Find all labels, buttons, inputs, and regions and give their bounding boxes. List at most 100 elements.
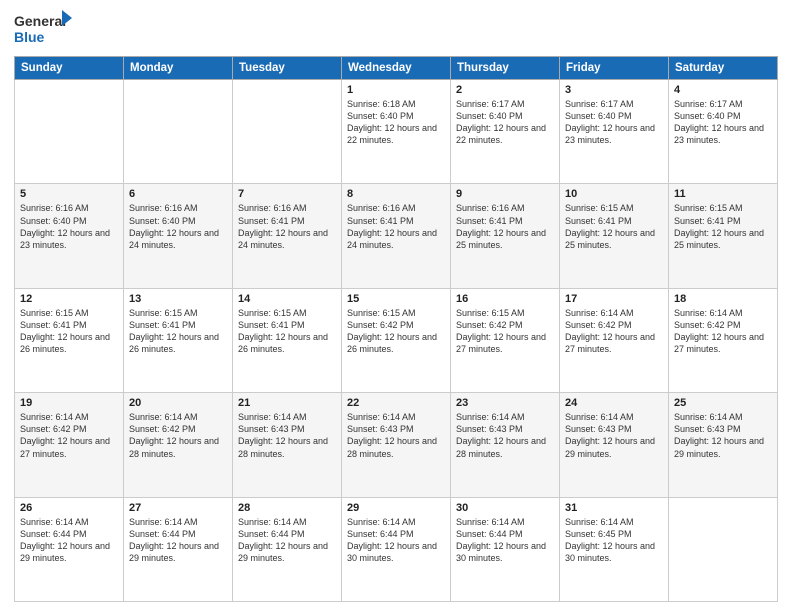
logo-svg: GeneralBlue: [14, 10, 74, 48]
day-info: Sunrise: 6:15 AMSunset: 6:41 PMDaylight:…: [238, 307, 336, 356]
day-info: Sunrise: 6:15 AMSunset: 6:41 PMDaylight:…: [565, 202, 663, 251]
day-cell: 6Sunrise: 6:16 AMSunset: 6:40 PMDaylight…: [124, 184, 233, 288]
day-number: 10: [565, 188, 663, 200]
day-info: Sunrise: 6:17 AMSunset: 6:40 PMDaylight:…: [565, 98, 663, 147]
calendar-table: SundayMondayTuesdayWednesdayThursdayFrid…: [14, 56, 778, 602]
day-info: Sunrise: 6:14 AMSunset: 6:44 PMDaylight:…: [456, 516, 554, 565]
day-number: 28: [238, 502, 336, 514]
day-info: Sunrise: 6:16 AMSunset: 6:40 PMDaylight:…: [20, 202, 118, 251]
svg-text:General: General: [14, 13, 66, 29]
day-info: Sunrise: 6:16 AMSunset: 6:41 PMDaylight:…: [238, 202, 336, 251]
day-cell: 24 Sunrise: 6:14 AMSunset: 6:43 PMDayligh…: [560, 393, 669, 497]
week-row-3: 12 Sunrise: 6:15 AMSunset: 6:41 PMDayligh…: [15, 288, 778, 392]
day-number: 24: [565, 397, 663, 409]
day-number: 21: [238, 397, 336, 409]
day-number: 1: [347, 84, 445, 96]
header: GeneralBlue: [14, 10, 778, 48]
day-number: 9: [456, 188, 554, 200]
day-info: Sunrise: 6:14 AMSunset: 6:44 PMDaylight:…: [20, 516, 118, 565]
day-number: 7: [238, 188, 336, 200]
day-number: 17: [565, 293, 663, 305]
day-info: Sunrise: 6:15 AMSunset: 6:41 PMDaylight:…: [674, 202, 772, 251]
day-cell: 19 Sunrise: 6:14 AMSunset: 6:42 PMDayligh…: [15, 393, 124, 497]
week-row-1: 1 Sunrise: 6:18 AMSunset: 6:40 PMDaylight…: [15, 80, 778, 184]
logo: GeneralBlue: [14, 10, 74, 48]
day-cell: 26 Sunrise: 6:14 AMSunset: 6:44 PMDayligh…: [15, 497, 124, 601]
day-number: 4: [674, 84, 772, 96]
day-number: 14: [238, 293, 336, 305]
col-header-wednesday: Wednesday: [342, 57, 451, 80]
day-cell: 17 Sunrise: 6:14 AMSunset: 6:42 PMDayligh…: [560, 288, 669, 392]
day-info: Sunrise: 6:15 AMSunset: 6:41 PMDaylight:…: [129, 307, 227, 356]
day-number: 2: [456, 84, 554, 96]
day-number: 31: [565, 502, 663, 514]
day-info: Sunrise: 6:17 AMSunset: 6:40 PMDaylight:…: [674, 98, 772, 147]
day-cell: 28 Sunrise: 6:14 AMSunset: 6:44 PMDayligh…: [233, 497, 342, 601]
day-cell: 25Sunrise: 6:14 AMSunset: 6:43 PMDayligh…: [669, 393, 778, 497]
week-row-2: 5 Sunrise: 6:16 AMSunset: 6:40 PMDaylight…: [15, 184, 778, 288]
day-info: Sunrise: 6:14 AMSunset: 6:42 PMDaylight:…: [565, 307, 663, 356]
day-cell: 8 Sunrise: 6:16 AMSunset: 6:41 PMDaylight…: [342, 184, 451, 288]
day-info: Sunrise: 6:14 AMSunset: 6:44 PMDaylight:…: [347, 516, 445, 565]
day-number: 6: [129, 188, 227, 200]
day-cell: [15, 80, 124, 184]
day-cell: 10 Sunrise: 6:15 AMSunset: 6:41 PMDayligh…: [560, 184, 669, 288]
day-cell: 22 Sunrise: 6:14 AMSunset: 6:43 PMDayligh…: [342, 393, 451, 497]
svg-text:Blue: Blue: [14, 29, 45, 45]
day-info: Sunrise: 6:16 AMSunset: 6:41 PMDaylight:…: [347, 202, 445, 251]
day-cell: 2 Sunrise: 6:17 AMSunset: 6:40 PMDaylight…: [451, 80, 560, 184]
day-cell: 30 Sunrise: 6:14 AMSunset: 6:44 PMDayligh…: [451, 497, 560, 601]
day-number: 8: [347, 188, 445, 200]
day-cell: 3Sunrise: 6:17 AMSunset: 6:40 PMDaylight…: [560, 80, 669, 184]
day-number: 25: [674, 397, 772, 409]
day-info: Sunrise: 6:17 AMSunset: 6:40 PMDaylight:…: [456, 98, 554, 147]
day-info: Sunrise: 6:18 AMSunset: 6:40 PMDaylight:…: [347, 98, 445, 147]
day-info: Sunrise: 6:14 AMSunset: 6:44 PMDaylight:…: [238, 516, 336, 565]
day-cell: 15 Sunrise: 6:15 AMSunset: 6:42 PMDayligh…: [342, 288, 451, 392]
day-cell: [124, 80, 233, 184]
day-number: 29: [347, 502, 445, 514]
day-number: 11: [674, 188, 772, 200]
day-number: 15: [347, 293, 445, 305]
col-header-thursday: Thursday: [451, 57, 560, 80]
day-info: Sunrise: 6:14 AMSunset: 6:43 PMDaylight:…: [238, 411, 336, 460]
week-row-4: 19 Sunrise: 6:14 AMSunset: 6:42 PMDayligh…: [15, 393, 778, 497]
day-info: Sunrise: 6:14 AMSunset: 6:42 PMDaylight:…: [674, 307, 772, 356]
day-info: Sunrise: 6:16 AMSunset: 6:41 PMDaylight:…: [456, 202, 554, 251]
day-cell: 29 Sunrise: 6:14 AMSunset: 6:44 PMDayligh…: [342, 497, 451, 601]
day-cell: [233, 80, 342, 184]
day-info: Sunrise: 6:14 AMSunset: 6:42 PMDaylight:…: [20, 411, 118, 460]
day-info: Sunrise: 6:14 AMSunset: 6:43 PMDaylight:…: [456, 411, 554, 460]
day-number: 19: [20, 397, 118, 409]
col-header-sunday: Sunday: [15, 57, 124, 80]
day-number: 22: [347, 397, 445, 409]
day-number: 23: [456, 397, 554, 409]
day-cell: 13 Sunrise: 6:15 AMSunset: 6:41 PMDayligh…: [124, 288, 233, 392]
day-cell: 11 Sunrise: 6:15 AMSunset: 6:41 PMDayligh…: [669, 184, 778, 288]
day-number: 30: [456, 502, 554, 514]
day-cell: 31 Sunrise: 6:14 AMSunset: 6:45 PMDayligh…: [560, 497, 669, 601]
day-cell: 21 Sunrise: 6:14 AMSunset: 6:43 PMDayligh…: [233, 393, 342, 497]
day-cell: 27Sunrise: 6:14 AMSunset: 6:44 PMDayligh…: [124, 497, 233, 601]
day-cell: 12Sunrise: 6:15 AMSunset: 6:41 PMDayligh…: [15, 288, 124, 392]
day-info: Sunrise: 6:14 AMSunset: 6:44 PMDaylight:…: [129, 516, 227, 565]
day-cell: 23 Sunrise: 6:14 AMSunset: 6:43 PMDayligh…: [451, 393, 560, 497]
day-info: Sunrise: 6:14 AMSunset: 6:43 PMDaylight:…: [347, 411, 445, 460]
day-cell: 5 Sunrise: 6:16 AMSunset: 6:40 PMDaylight…: [15, 184, 124, 288]
calendar-page: GeneralBlue SundayMondayTuesdayWednesday…: [0, 0, 792, 612]
col-header-friday: Friday: [560, 57, 669, 80]
col-header-monday: Monday: [124, 57, 233, 80]
day-info: Sunrise: 6:14 AMSunset: 6:45 PMDaylight:…: [565, 516, 663, 565]
day-cell: [669, 497, 778, 601]
day-number: 5: [20, 188, 118, 200]
day-cell: 9 Sunrise: 6:16 AMSunset: 6:41 PMDaylight…: [451, 184, 560, 288]
day-number: 12: [20, 293, 118, 305]
day-number: 18: [674, 293, 772, 305]
day-number: 26: [20, 502, 118, 514]
day-info: Sunrise: 6:14 AMSunset: 6:43 PMDaylight:…: [565, 411, 663, 460]
week-row-5: 26 Sunrise: 6:14 AMSunset: 6:44 PMDayligh…: [15, 497, 778, 601]
day-cell: 18 Sunrise: 6:14 AMSunset: 6:42 PMDayligh…: [669, 288, 778, 392]
day-number: 13: [129, 293, 227, 305]
day-info: Sunrise: 6:15 AMSunset: 6:42 PMDaylight:…: [456, 307, 554, 356]
day-info: Sunrise: 6:15 AMSunset: 6:42 PMDaylight:…: [347, 307, 445, 356]
